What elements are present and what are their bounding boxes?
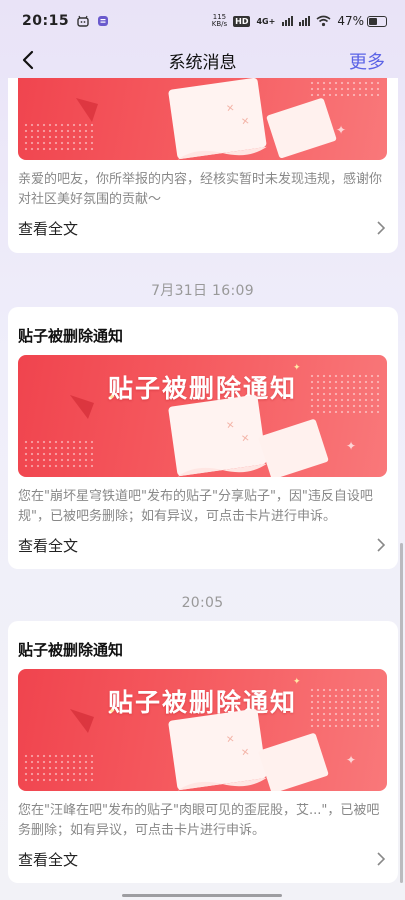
signal-icon: [282, 16, 294, 26]
svg-text:✦: ✦: [108, 393, 116, 403]
read-more-row[interactable]: 查看全文: [18, 847, 387, 871]
notice-banner-image: 贴子被删除通知 ✦ ✦ ✕ ✕ ✦: [18, 355, 387, 477]
message-description: 亲爱的吧友，你所举报的内容，经核实暂时未发现违规，感谢你对社区美好氛围的贡献～: [18, 172, 383, 207]
message-card[interactable]: 贴子被删除通知 贴子被删除通知 ✦ ✦ ✕ ✕ ✦ 您在"汪峰在吧"发布的贴子"…: [8, 621, 398, 883]
svg-text:✦: ✦: [293, 677, 301, 687]
nav-bar: 系统消息 更多: [0, 42, 405, 78]
network-speed-unit: KB/s: [211, 20, 228, 28]
wifi-icon: [316, 15, 331, 27]
read-more-row[interactable]: 查看全文: [18, 216, 387, 240]
svg-text:✕: ✕: [240, 747, 250, 759]
svg-text:✦: ✦: [336, 123, 346, 137]
back-button[interactable]: [14, 46, 42, 74]
message-description: 您在"崩坏星穹铁道吧"发布的贴子"分享贴子"，因"违反自设吧规"，已被吧务删除；…: [18, 489, 373, 524]
battery-icon: [367, 15, 387, 27]
svg-text:✕: ✕: [226, 420, 236, 432]
message-description: 您在"汪峰在吧"发布的贴子"肉眼可见的歪屁股，艾..."，已被吧务删除；如有异议…: [18, 803, 380, 838]
svg-text:✦: ✦: [346, 439, 356, 453]
svg-text:✕: ✕: [226, 734, 236, 746]
notification-app-icon: [77, 15, 89, 27]
svg-text:✕: ✕: [240, 116, 250, 128]
back-arrow-icon: [22, 50, 34, 70]
more-button[interactable]: 更多: [349, 48, 385, 74]
network-type: 4G+: [256, 16, 276, 26]
status-bar: 20:15 115 KB/s HD 4G+ 47%: [0, 0, 405, 42]
message-title: 贴子被删除通知: [18, 327, 124, 345]
message-list[interactable]: ✕ ✕ ✦ 亲爱的吧友，你所举报的内容，经核实暂时未发现违规，感谢你对社区美好氛…: [0, 78, 405, 900]
message-card[interactable]: ✕ ✕ ✦ 亲爱的吧友，你所举报的内容，经核实暂时未发现违规，感谢你对社区美好氛…: [8, 78, 398, 253]
chevron-right-icon: [373, 852, 387, 866]
message-timestamp: 20:05: [181, 595, 224, 611]
notice-banner-image: 贴子被删除通知 ✦ ✦ ✕ ✕ ✦: [18, 669, 387, 791]
svg-text:✦: ✦: [108, 707, 116, 717]
battery-indicator: 47%: [337, 14, 387, 28]
read-more-link[interactable]: 查看全文: [18, 218, 78, 239]
battery-percent: 47%: [337, 14, 364, 28]
page-title: 系统消息: [168, 52, 237, 73]
read-more-row[interactable]: 查看全文: [18, 533, 387, 557]
notice-banner-image: ✕ ✕ ✦: [18, 78, 387, 160]
chevron-right-icon: [373, 221, 387, 235]
read-more-link[interactable]: 查看全文: [18, 849, 78, 870]
svg-text:✕: ✕: [240, 433, 250, 445]
signal-icon-2: [299, 16, 311, 26]
message-timestamp: 7月31日 16:09: [151, 283, 254, 299]
status-time: 20:15: [22, 13, 70, 29]
svg-text:✦: ✦: [293, 363, 301, 373]
scrollbar[interactable]: [400, 543, 403, 883]
home-indicator[interactable]: [122, 894, 282, 897]
read-more-link[interactable]: 查看全文: [18, 535, 78, 556]
svg-text:✦: ✦: [346, 753, 356, 767]
hd-badge: HD: [233, 15, 251, 27]
notification-message-icon: [98, 16, 109, 26]
message-title: 贴子被删除通知: [18, 641, 124, 659]
svg-text:✕: ✕: [226, 103, 236, 115]
network-speed: 115 KB/s: [212, 14, 227, 28]
message-card[interactable]: 贴子被删除通知 贴子被删除通知 ✦ ✦ ✕ ✕ ✦ 您在"崩坏星穹铁道吧"发布的…: [8, 307, 398, 569]
chevron-right-icon: [373, 538, 387, 552]
